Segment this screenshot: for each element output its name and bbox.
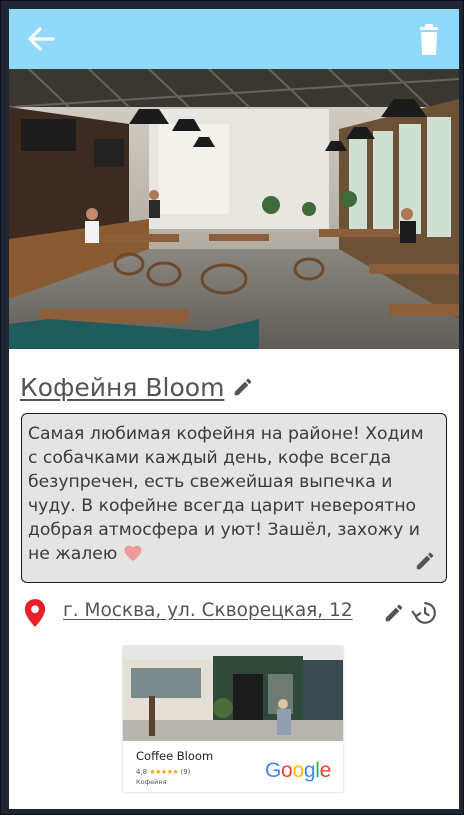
storefront-photo xyxy=(123,646,343,741)
review-count: (9) xyxy=(180,768,191,776)
location-pin-icon xyxy=(24,599,46,627)
place-title[interactable]: Кофейня Bloom xyxy=(20,373,224,402)
google-letter: G xyxy=(265,759,282,782)
pencil-icon[interactable] xyxy=(414,550,436,572)
google-place-card[interactable]: Coffee Bloom 4,8 ★★★★★ (9) Кофейня Googl… xyxy=(123,646,343,792)
google-letter: o xyxy=(292,759,304,782)
rating-value: 4,8 xyxy=(136,768,148,776)
google-letter: e xyxy=(319,759,332,782)
place-details: Кофейня Bloom Самая любимая кофейня на р… xyxy=(9,69,459,809)
history-icon[interactable] xyxy=(411,600,437,626)
google-logo: Google xyxy=(265,759,331,783)
app-frame: Кофейня Bloom Самая любимая кофейня на р… xyxy=(0,0,464,815)
arrow-left-icon[interactable] xyxy=(23,21,59,57)
heart-icon xyxy=(124,545,142,562)
place-category: Кофейня xyxy=(136,778,167,786)
place-name: Coffee Bloom xyxy=(136,749,214,763)
app-bar xyxy=(9,9,459,69)
rating-line: 4,8 ★★★★★ (9) xyxy=(136,768,190,776)
description-text-wrap: Самая любимая кофейня на районе! Ходим с… xyxy=(28,422,438,566)
google-letter: g xyxy=(303,759,316,782)
description-text: Самая любимая кофейня на районе! Ходим с… xyxy=(28,424,424,564)
address-link[interactable]: г. Москва, ул. Скворецкая, 12 xyxy=(63,600,353,621)
pencil-icon[interactable] xyxy=(232,376,254,398)
rating-stars: ★★★★★ xyxy=(149,768,179,776)
pencil-icon[interactable] xyxy=(383,602,405,624)
place-info: Coffee Bloom 4,8 ★★★★★ (9) Кофейня Googl… xyxy=(123,741,343,792)
description-card: Самая любимая кофейня на районе! Ходим с… xyxy=(21,413,447,583)
google-letter: o xyxy=(281,759,293,782)
title-row: Кофейня Bloom xyxy=(20,369,254,405)
address-row: г. Москва, ул. Скворецкая, 12 xyxy=(21,594,451,632)
cafe-interior-photo xyxy=(9,69,459,349)
trash-icon[interactable] xyxy=(411,21,447,57)
